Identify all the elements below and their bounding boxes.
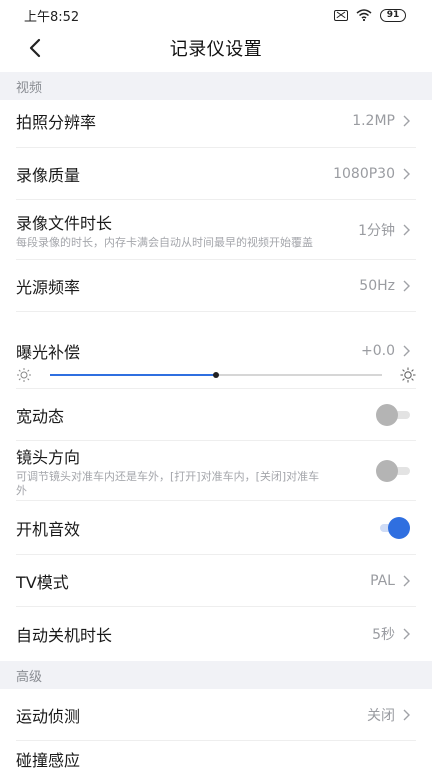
row-motion-detection[interactable]: 运动侦测 关闭	[0, 689, 432, 741]
row-exposure[interactable]: 曝光补偿 +0.0	[0, 338, 432, 364]
chevron-right-icon	[403, 628, 410, 640]
exposure-slider-thumb[interactable]	[213, 372, 219, 378]
row-light-frequency[interactable]: 光源频率 50Hz	[0, 260, 432, 312]
exposure-value: +0.0	[361, 343, 395, 359]
light-frequency-value: 50Hz	[359, 278, 395, 294]
chevron-right-icon	[403, 709, 410, 721]
motion-detection-label: 运动侦测	[16, 707, 81, 726]
row-boot-sound: 开机音效	[0, 501, 432, 555]
chevron-right-icon	[403, 115, 410, 127]
light-frequency-label: 光源频率	[16, 278, 81, 297]
video-file-duration-desc: 每段录像的时长，内存卡满会自动从时间最早的视频开始覆盖	[16, 236, 313, 249]
status-bar: 上午8:52 91	[0, 0, 432, 30]
video-quality-label: 录像质量	[16, 166, 81, 185]
auto-shutdown-value: 5秒	[372, 627, 395, 643]
lens-direction-label: 镜头方向	[16, 448, 81, 467]
exposure-slider-fill	[50, 374, 216, 376]
chevron-right-icon	[403, 224, 410, 236]
row-collision[interactable]: 碰撞感应 高	[0, 741, 432, 768]
exposure-label: 曝光补偿	[16, 343, 81, 362]
back-arrow-icon[interactable]	[24, 36, 48, 60]
lens-direction-toggle[interactable]	[376, 460, 410, 482]
wdr-label: 宽动态	[16, 407, 65, 426]
photo-resolution-value: 1.2MP	[352, 113, 395, 129]
status-time: 上午8:52	[24, 9, 80, 25]
no-sim-icon	[334, 9, 348, 21]
section-label-video: 视频	[16, 80, 43, 96]
photo-resolution-label: 拍照分辨率	[16, 113, 97, 132]
row-video-quality[interactable]: 录像质量 1080P30	[0, 148, 432, 200]
lens-direction-desc: 可调节镜头对准车内还是车外，[打开]对准车内，[关闭]对准车外	[16, 470, 320, 497]
collision-label: 碰撞感应	[16, 751, 81, 768]
app-header: 记录仪设置	[0, 30, 432, 66]
exposure-slider-row	[0, 362, 432, 388]
video-quality-value: 1080P30	[333, 166, 395, 182]
wifi-icon	[356, 9, 372, 21]
chevron-right-icon	[403, 168, 410, 180]
page-title: 记录仪设置	[169, 39, 263, 60]
video-file-duration-value: 1分钟	[358, 223, 395, 239]
status-icons: 91	[334, 8, 406, 22]
video-file-duration-label: 录像文件时长	[16, 214, 113, 233]
boot-sound-toggle[interactable]	[376, 517, 410, 539]
row-tv-mode[interactable]: TV模式 PAL	[0, 555, 432, 607]
battery-indicator: 91	[380, 8, 406, 22]
sun-dim-icon	[17, 368, 31, 382]
chevron-right-icon	[403, 575, 410, 587]
row-lens-direction: 镜头方向 可调节镜头对准车内还是车外，[打开]对准车内，[关闭]对准车外	[0, 441, 432, 501]
row-video-file-duration[interactable]: 录像文件时长 每段录像的时长，内存卡满会自动从时间最早的视频开始覆盖 1分钟	[0, 200, 432, 260]
motion-detection-value: 关闭	[367, 708, 395, 724]
chevron-right-icon	[403, 280, 410, 292]
row-photo-resolution[interactable]: 拍照分辨率 1.2MP	[0, 94, 432, 148]
chevron-right-icon	[403, 345, 410, 357]
section-header-advanced: 高级	[0, 661, 432, 689]
section-label-advanced: 高级	[16, 669, 43, 685]
auto-shutdown-label: 自动关机时长	[16, 626, 113, 645]
tv-mode-label: TV模式	[16, 573, 69, 592]
tv-mode-value: PAL	[370, 573, 395, 589]
row-auto-shutdown[interactable]: 自动关机时长 5秒	[0, 607, 432, 661]
wdr-toggle[interactable]	[376, 404, 410, 426]
row-wdr: 宽动态	[0, 389, 432, 441]
boot-sound-label: 开机音效	[16, 520, 81, 539]
exposure-slider[interactable]	[50, 372, 382, 378]
sun-bright-icon	[400, 367, 416, 383]
